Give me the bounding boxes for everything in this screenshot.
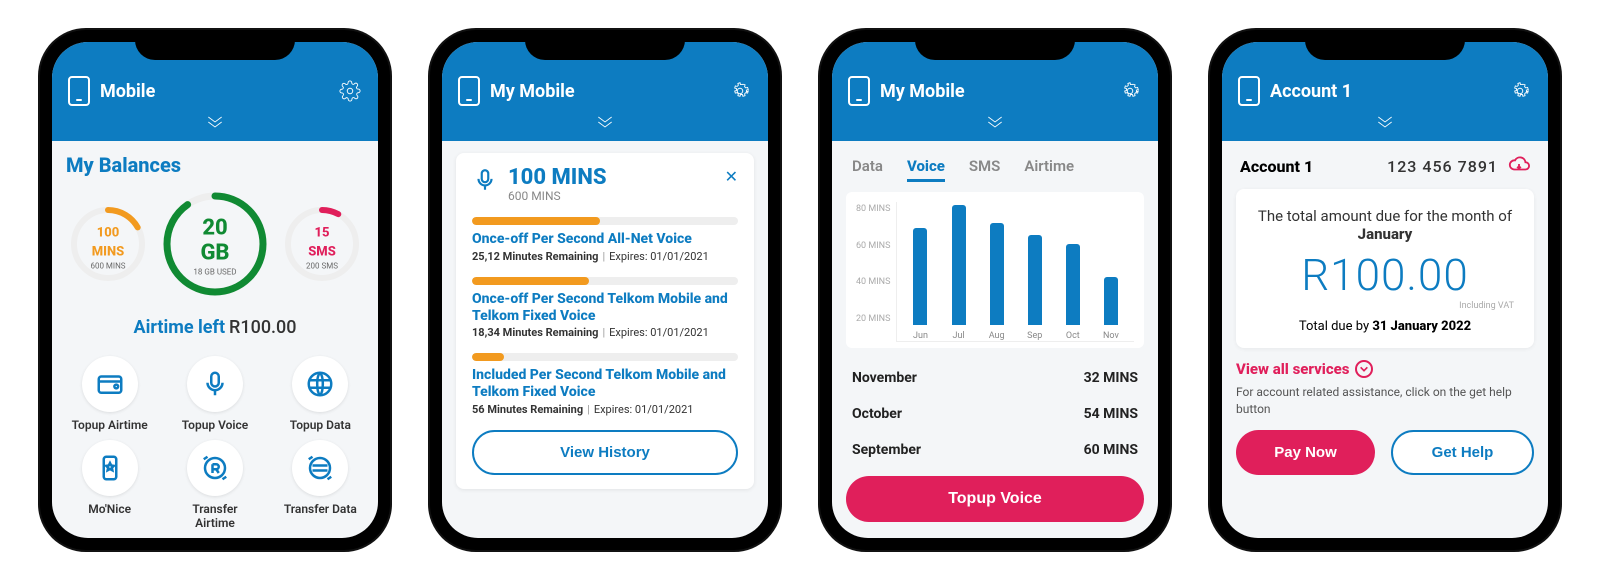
account-name: Account 1 [1240, 157, 1313, 176]
settings-gear-icon[interactable] [728, 79, 752, 103]
bundle-total-sub: 600 MINS [508, 189, 607, 203]
phone-mockup-account: Account 1 Account 1 123 456 7891 The tot… [1210, 30, 1560, 550]
bundle-item: Included Per Second Telkom Mobile and Te… [472, 353, 738, 416]
view-history-button[interactable]: View History [472, 430, 738, 475]
chart-bars: JunJulAugSepOctNov [896, 202, 1134, 342]
pay-now-button[interactable]: Pay Now [1236, 430, 1375, 475]
account-heading: Account 1 123 456 7891 [1236, 153, 1534, 189]
sms-gauge[interactable]: 15 SMS200 SMS [282, 204, 362, 288]
action-transfer-data[interactable]: Transfer Data [277, 440, 364, 530]
action-monice[interactable]: Mo'Nice [66, 440, 153, 530]
expand-chevron-icon[interactable] [52, 112, 378, 141]
settings-gear-icon[interactable] [338, 79, 362, 103]
usage-list: November32 MINS October54 MINS September… [846, 360, 1144, 468]
transfer-data-icon [292, 440, 348, 496]
phone-mockup-balances: Mobile My Balances 100 MINS600 MINS [40, 30, 390, 550]
phone-icon [458, 76, 480, 106]
expand-chevron-icon[interactable] [442, 112, 768, 141]
usage-row: October54 MINS [846, 396, 1144, 432]
mic-icon [187, 356, 243, 412]
phone-icon [1238, 76, 1260, 106]
help-text: For account related assistance, click on… [1236, 384, 1534, 418]
progress-bar [472, 217, 738, 225]
expand-chevron-icon[interactable] [1222, 112, 1548, 141]
settings-gear-icon[interactable] [1118, 79, 1142, 103]
header-title: Mobile [100, 81, 155, 102]
usage-bar-chart: 80 MINS60 MINS40 MINS20 MINS JunJulAugSe… [846, 192, 1144, 348]
mic-icon [472, 167, 498, 197]
amount-due-value: R100.00 [1246, 249, 1524, 301]
usage-row: November32 MINS [846, 360, 1144, 396]
view-all-services-link[interactable]: View all services [1236, 360, 1534, 378]
header-title: My Mobile [490, 81, 575, 102]
wallet-icon [82, 356, 138, 412]
tab-sms[interactable]: SMS [969, 157, 1000, 182]
data-gauge[interactable]: 20 GB18 GB USED [160, 189, 270, 303]
minutes-gauge[interactable]: 100 MINS600 MINS [68, 204, 148, 288]
tab-airtime[interactable]: Airtime [1024, 157, 1074, 182]
phone-mockup-usage-chart: My Mobile Data Voice SMS Airtime 80 MINS… [820, 30, 1170, 550]
phone-icon [848, 76, 870, 106]
data-icon [292, 356, 348, 412]
balances-heading: My Balances [66, 153, 364, 177]
settings-gear-icon[interactable] [1508, 79, 1532, 103]
expand-chevron-icon[interactable] [832, 112, 1158, 141]
chart-y-axis: 80 MINS60 MINS40 MINS20 MINS [856, 202, 896, 342]
amount-due-card: The total amount due for the month of Ja… [1236, 189, 1534, 348]
voice-bundle-card: 100 MINS 600 MINS ✕ Once-off Per Second … [456, 153, 754, 489]
bundle-item: Once-off Per Second Telkom Mobile and Te… [472, 277, 738, 340]
transfer-r-icon [187, 440, 243, 496]
balance-gauges: 100 MINS600 MINS 20 GB18 GB USED 15 SMS2… [66, 189, 364, 303]
usage-row: September60 MINS [846, 432, 1144, 468]
download-cloud-icon[interactable] [1508, 153, 1530, 179]
topup-voice-button[interactable]: Topup Voice [846, 476, 1144, 522]
progress-bar [472, 277, 738, 285]
action-topup-voice[interactable]: Topup Voice [171, 356, 258, 432]
star-phone-icon [82, 440, 138, 496]
account-number: 123 456 7891 [1387, 157, 1498, 176]
action-topup-airtime[interactable]: Topup Airtime [66, 356, 153, 432]
bundle-item: Once-off Per Second All-Net Voice 25,12 … [472, 217, 738, 263]
phone-mockup-voice-bundles: My Mobile 100 MINS 600 MINS ✕ [430, 30, 780, 550]
progress-bar [472, 353, 738, 361]
usage-tabs: Data Voice SMS Airtime [846, 153, 1144, 192]
quick-actions-grid: Topup Airtime Topup Voice Topup Data Mo'… [66, 356, 364, 530]
close-icon[interactable]: ✕ [725, 167, 738, 186]
tab-voice[interactable]: Voice [907, 157, 945, 182]
bundle-total: 100 MINS [508, 165, 607, 190]
airtime-balance: Airtime leftR100.00 [66, 317, 364, 338]
phone-icon [68, 76, 90, 106]
get-help-button[interactable]: Get Help [1391, 430, 1534, 475]
action-transfer-airtime[interactable]: Transfer Airtime [171, 440, 258, 530]
chevron-down-icon [1355, 360, 1373, 378]
tab-data[interactable]: Data [852, 157, 883, 182]
header-title: Account 1 [1270, 81, 1352, 102]
action-topup-data[interactable]: Topup Data [277, 356, 364, 432]
header-title: My Mobile [880, 81, 965, 102]
